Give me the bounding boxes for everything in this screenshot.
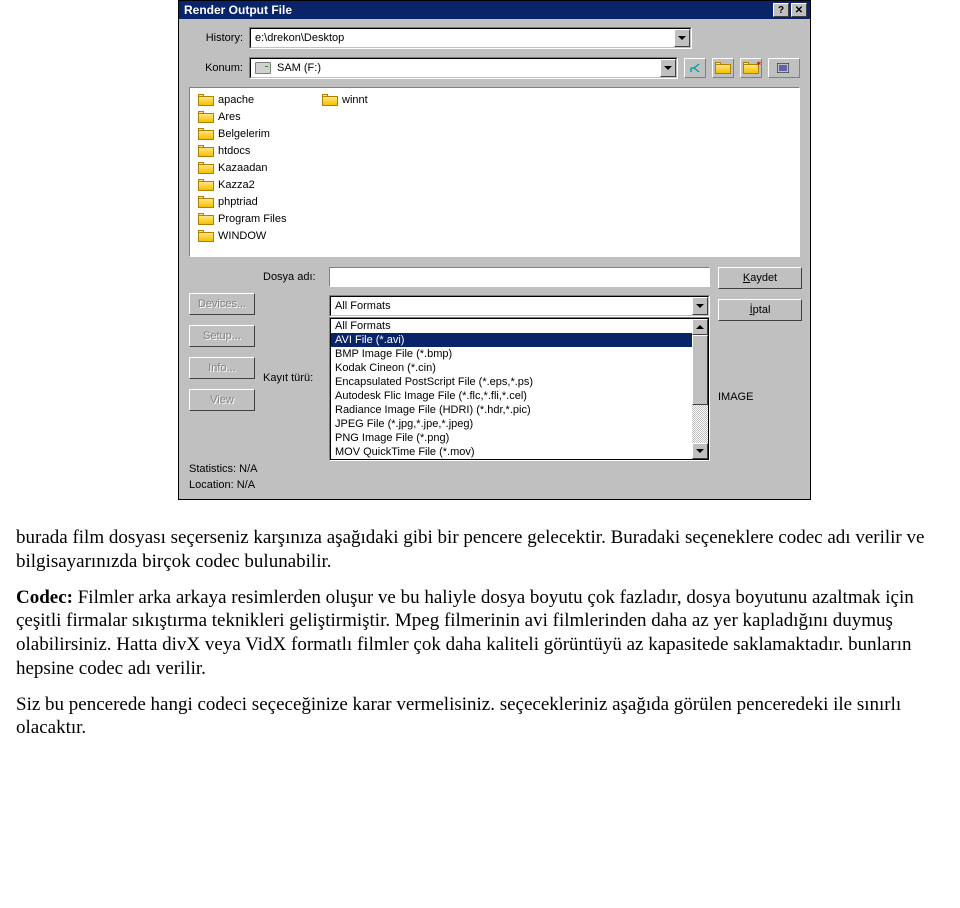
filetype-label: Kayıt türü: <box>263 372 329 384</box>
paragraph: Siz bu pencerede hangi codeci seçeceğini… <box>16 693 944 741</box>
folder-icon <box>198 230 214 242</box>
paragraph: Codec: Filmler arka arkaya resimlerden o… <box>16 586 944 681</box>
statistics-label: Statistics: <box>189 463 236 475</box>
folder-item[interactable]: htdocs <box>196 143 308 159</box>
view-menu-button[interactable] <box>768 58 800 78</box>
format-option[interactable]: Kodak Cineon (*.cin) <box>331 361 708 375</box>
scrollbar[interactable] <box>692 319 708 459</box>
back-button[interactable] <box>684 58 706 78</box>
format-option[interactable]: Autodesk Flic Image File (*.flc,*.fli,*.… <box>331 389 708 403</box>
folder-icon <box>198 145 214 157</box>
folder-icon <box>198 179 214 191</box>
titlebar[interactable]: Render Output File ? ✕ <box>179 1 810 19</box>
format-option[interactable]: Encapsulated PostScript File (*.eps,*.ps… <box>331 375 708 389</box>
history-label: History: <box>189 32 249 44</box>
article-body: burada film dosyası seçerseniz karşınıza… <box>0 526 960 768</box>
folder-item[interactable]: apache <box>196 92 308 108</box>
close-button[interactable]: ✕ <box>791 3 807 17</box>
folder-icon <box>198 162 214 174</box>
folder-icon <box>198 196 214 208</box>
format-option[interactable]: MOV QuickTime File (*.mov) <box>331 445 708 459</box>
format-option[interactable]: Radiance Image File (HDRI) (*.hdr,*.pic) <box>331 403 708 417</box>
format-option[interactable]: AVI File (*.avi) <box>331 333 708 347</box>
side-button: View <box>189 389 255 411</box>
chevron-down-icon[interactable] <box>692 297 708 315</box>
scroll-down-button[interactable] <box>692 443 708 459</box>
chevron-down-icon[interactable] <box>674 29 690 47</box>
folder-item[interactable]: Kazaadan <box>196 160 308 176</box>
location-stat-label: Location: <box>189 479 234 491</box>
side-button: Devices... <box>189 293 255 315</box>
folder-icon <box>198 111 214 123</box>
filetype-dropdown[interactable]: All FormatsAVI File (*.avi)BMP Image Fil… <box>329 317 710 461</box>
folder-item[interactable]: WINDOW <box>196 228 308 244</box>
image-label: IMAGE <box>718 391 802 403</box>
folder-item[interactable]: winnt <box>320 92 432 108</box>
folder-item[interactable]: Ares <box>196 109 308 125</box>
side-button: Info... <box>189 357 255 379</box>
filetype-combo[interactable]: All Formats <box>329 295 710 317</box>
folder-icon <box>198 213 214 225</box>
folder-icon <box>322 94 338 106</box>
file-list-pane[interactable]: apacheAresBelgelerimhtdocsKazaadanKazza2… <box>189 87 800 257</box>
folder-icon <box>198 94 214 106</box>
window-title: Render Output File <box>182 3 771 17</box>
drive-icon <box>255 62 271 74</box>
format-option[interactable]: BMP Image File (*.bmp) <box>331 347 708 361</box>
paragraph: burada film dosyası seçerseniz karşınıza… <box>16 526 944 574</box>
folder-item[interactable]: Program Files <box>196 211 308 227</box>
statistics-value: N/A <box>239 463 257 475</box>
folder-icon <box>198 128 214 140</box>
folder-item[interactable]: Kazza2 <box>196 177 308 193</box>
folder-item[interactable]: Belgelerim <box>196 126 308 142</box>
render-output-dialog: Render Output File ? ✕ History: e:\dreko… <box>178 0 811 500</box>
up-folder-button[interactable] <box>712 58 734 78</box>
cancel-button[interactable]: İptal <box>718 299 802 321</box>
location-stat-value: N/A <box>237 479 255 491</box>
scroll-thumb[interactable] <box>692 335 708 405</box>
filename-label: Dosya adı: <box>263 271 329 283</box>
filename-input[interactable] <box>329 267 710 287</box>
save-button[interactable]: Kaydet <box>718 267 802 289</box>
new-folder-button[interactable]: * <box>740 58 762 78</box>
help-button[interactable]: ? <box>773 3 789 17</box>
scroll-up-button[interactable] <box>692 319 708 335</box>
history-combo[interactable]: e:\drekon\Desktop <box>249 27 692 49</box>
location-combo[interactable]: SAM (F:) <box>249 57 678 79</box>
side-button: Setup... <box>189 325 255 347</box>
folder-item[interactable]: phptriad <box>196 194 308 210</box>
format-option[interactable]: PNG Image File (*.png) <box>331 431 708 445</box>
format-option[interactable]: JPEG File (*.jpg,*.jpe,*.jpeg) <box>331 417 708 431</box>
format-option[interactable]: All Formats <box>331 319 708 333</box>
location-label: Konum: <box>189 62 249 74</box>
chevron-down-icon[interactable] <box>660 59 676 77</box>
